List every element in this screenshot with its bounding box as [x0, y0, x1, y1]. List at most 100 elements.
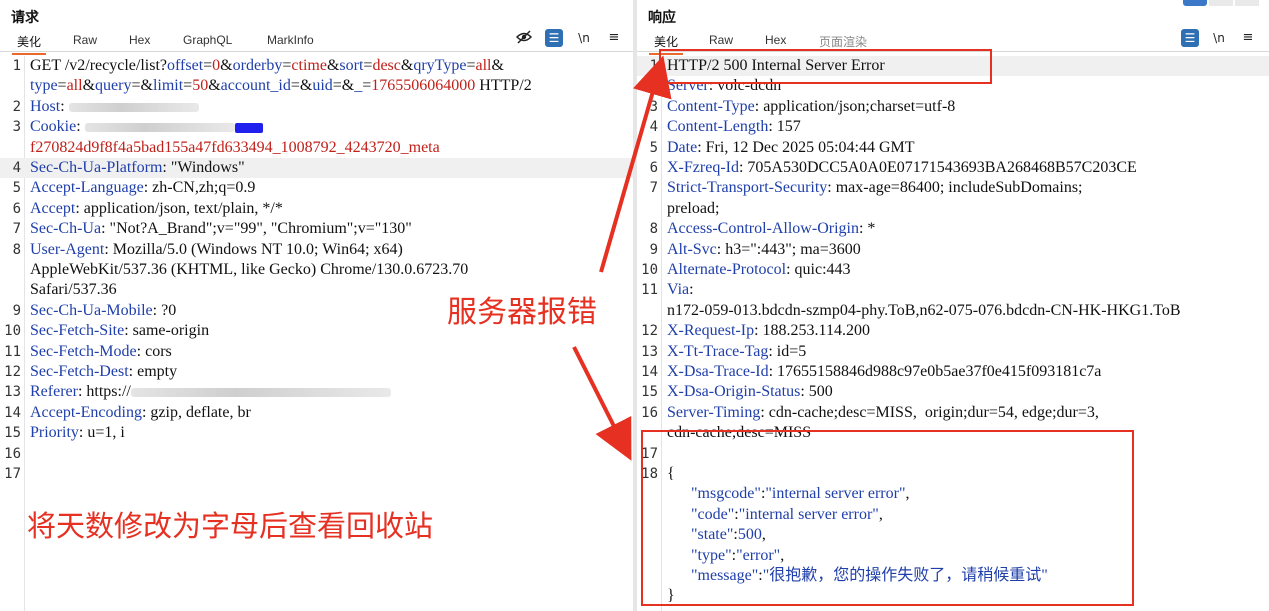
line-text: type=all&query=&limit=50&account_id=&uid…	[30, 77, 532, 95]
line-number: 3	[12, 119, 21, 136]
line-number: 15	[641, 384, 658, 401]
server-error-annotation: 服务器报错	[447, 295, 597, 330]
line-number: 6	[649, 160, 658, 176]
response-code-line[interactable]: "msgcode":"internal server error",	[637, 484, 1269, 504]
response-code-line[interactable]: 2 Server: volc-dcdn	[637, 76, 1269, 96]
request-code-line[interactable]: 1 GET /v2/recycle/list?offset=0&orderby=c…	[0, 56, 633, 76]
response-code-line[interactable]: 1 HTTP/2 500 Internal Server Error	[637, 56, 1269, 77]
response-code-line[interactable]: 3 Content-Type: application/json;charset=…	[637, 97, 1269, 117]
line-number: 11	[641, 282, 658, 299]
window-button[interactable]	[1235, 0, 1259, 6]
newline-toggle[interactable]: \n	[1210, 29, 1228, 47]
line-text: f270824d9f8f4a5bad155a47fd633494_1008792…	[30, 138, 440, 156]
response-code-line[interactable]: n172-059-013.bdcdn-szmp04-phy.ToB,n62-07…	[637, 301, 1269, 321]
response-code-line[interactable]: 15 X-Dsa-Origin-Status: 500	[637, 382, 1269, 402]
response-code-line[interactable]: 17	[637, 444, 1269, 464]
line-number: 2	[649, 78, 658, 95]
tab-graphql[interactable]: GraphQL	[183, 33, 232, 47]
line-text: cdn-cache;desc=MISS	[667, 424, 812, 442]
request-code-line[interactable]: AppleWebKit/537.36 (KHTML, like Gecko) C…	[0, 260, 633, 280]
response-code-line[interactable]: 10 Alternate-Protocol: quic:443	[637, 260, 1269, 280]
line-number: 14	[4, 404, 21, 421]
request-code-line[interactable]: 3 Cookie:	[0, 117, 633, 137]
tab-hex[interactable]: Hex	[765, 33, 786, 47]
request-code-line[interactable]: 14 Accept-Encoding: gzip, deflate, br	[0, 403, 633, 423]
request-code-line[interactable]: 4 Sec-Ch-Ua-Platform: "Windows"	[0, 158, 633, 179]
line-text: "message":"很抱歉，您的操作失败了，请稍候重试"	[691, 567, 1048, 584]
response-code-line[interactable]: "code":"internal server error",	[637, 505, 1269, 525]
response-code-line[interactable]: "state":500,	[637, 525, 1269, 545]
request-code-line[interactable]: 17	[0, 464, 633, 484]
tab-render[interactable]: 页面渲染	[819, 33, 867, 50]
response-code-line[interactable]: }	[637, 586, 1269, 606]
line-text: "msgcode":"internal server error",	[691, 485, 910, 503]
response-code-line[interactable]: 13 X-Tt-Trace-Tag: id=5	[637, 342, 1269, 362]
response-code-line[interactable]: preload;	[637, 199, 1269, 219]
tab-raw[interactable]: Raw	[709, 33, 733, 47]
request-code-line[interactable]: 13 Referer: https://	[0, 382, 633, 402]
response-code-line[interactable]: 7 Strict-Transport-Security: max-age=8640…	[637, 178, 1269, 198]
line-text: n172-059-013.bdcdn-szmp04-phy.ToB,n62-07…	[667, 301, 1181, 319]
line-text: Sec-Ch-Ua: "Not?A_Brand";v="99", "Chromi…	[30, 220, 412, 238]
line-text: Referer: https://	[30, 382, 627, 402]
request-code-line[interactable]: 12 Sec-Fetch-Dest: empty	[0, 362, 633, 382]
line-number: 17	[4, 466, 21, 482]
eye-off-icon[interactable]	[515, 29, 533, 47]
tab-markinfo[interactable]: MarkInfo	[267, 33, 314, 47]
request-code-line[interactable]: 5 Accept-Language: zh-CN,zh;q=0.9	[0, 178, 633, 198]
line-number: 9	[649, 241, 658, 258]
wrap-lines-icon[interactable]: ☰	[545, 29, 563, 47]
request-code-line[interactable]: 16	[0, 444, 633, 464]
response-editor[interactable]: 1 HTTP/2 500 Internal Server Error 2 Server…	[637, 56, 1269, 611]
response-code-line[interactable]: 8 Access-Control-Allow-Origin: *	[637, 219, 1269, 239]
response-code-line[interactable]: 12 X-Request-Ip: 188.253.114.200	[637, 321, 1269, 341]
line-text: Sec-Fetch-Dest: empty	[30, 363, 178, 380]
line-text: "state":500,	[691, 526, 766, 544]
line-number: 9	[12, 302, 21, 319]
request-code-line[interactable]: 6 Accept: application/json, text/plain, *…	[0, 199, 633, 219]
line-text: GET /v2/recycle/list?offset=0&orderby=ct…	[30, 57, 504, 74]
response-code-line[interactable]: 5 Date: Fri, 12 Dec 2025 05:04:44 GMT	[637, 138, 1269, 158]
response-code-line[interactable]: 6 X-Fzreq-Id: 705A530DCC5A0A0E07171543693…	[637, 158, 1269, 178]
wrap-lines-icon[interactable]: ☰	[1181, 29, 1199, 47]
line-number: 1	[649, 58, 658, 74]
redacted-text	[130, 388, 391, 398]
response-code-line[interactable]: "type":"error",	[637, 546, 1269, 566]
redaction-mark	[234, 122, 263, 133]
response-code-line[interactable]: 16 Server-Timing: cdn-cache;desc=MISS, or…	[637, 403, 1269, 423]
response-code-line[interactable]: 14 X-Dsa-Trace-Id: 17655158846d988c97e0b5…	[637, 362, 1269, 382]
request-code-line[interactable]: 15 Priority: u=1, i	[0, 423, 633, 443]
request-code-line[interactable]: f270824d9f8f4a5bad155a47fd633494_1008792…	[0, 138, 633, 158]
request-code-line[interactable]: 2 Host:	[0, 97, 633, 117]
response-code-line[interactable]: 18 {	[637, 464, 1269, 484]
tab-hex[interactable]: Hex	[129, 33, 150, 47]
line-number: 16	[641, 404, 658, 421]
response-code-line[interactable]: cdn-cache;desc=MISS	[637, 423, 1269, 443]
response-code-line[interactable]: "message":"很抱歉，您的操作失败了，请稍候重试"	[637, 566, 1269, 586]
line-number: 16	[4, 445, 21, 462]
request-code-line[interactable]: type=all&query=&limit=50&account_id=&uid…	[0, 76, 633, 96]
newline-toggle[interactable]: \n	[575, 29, 593, 47]
window-button[interactable]	[1209, 0, 1233, 6]
tab-pretty[interactable]: 美化	[11, 33, 47, 55]
line-number: 4	[12, 160, 21, 176]
request-code-line[interactable]: 11 Sec-Fetch-Mode: cors	[0, 342, 633, 362]
response-code-line[interactable]: 9 Alt-Svc: h3=":443"; ma=3600	[637, 240, 1269, 260]
request-code-line[interactable]: 7 Sec-Ch-Ua: "Not?A_Brand";v="99", "Chrom…	[0, 219, 633, 239]
line-text: X-Dsa-Trace-Id: 17655158846d988c97e0b5ae…	[667, 363, 1102, 380]
line-text: Access-Control-Allow-Origin: *	[667, 220, 876, 238]
menu-icon[interactable]: ≡	[605, 29, 623, 47]
line-number: 14	[641, 364, 658, 380]
response-tabbar: 美化 Raw Hex 页面渲染	[637, 30, 1269, 55]
response-code-line[interactable]: 4 Content-Length: 157	[637, 117, 1269, 137]
tab-raw[interactable]: Raw	[73, 33, 97, 47]
request-code-line[interactable]: 8 User-Agent: Mozilla/5.0 (Windows NT 10.…	[0, 240, 633, 260]
line-number: 6	[12, 200, 21, 217]
line-number: 5	[649, 139, 658, 156]
line-text: Server: volc-dcdn	[667, 77, 782, 95]
response-code-line[interactable]: 11 Via:	[637, 280, 1269, 300]
line-text: Date: Fri, 12 Dec 2025 05:04:44 GMT	[667, 138, 915, 156]
tab-pretty[interactable]: 美化	[648, 33, 684, 55]
window-button[interactable]	[1183, 0, 1207, 6]
menu-icon[interactable]: ≡	[1239, 29, 1257, 47]
